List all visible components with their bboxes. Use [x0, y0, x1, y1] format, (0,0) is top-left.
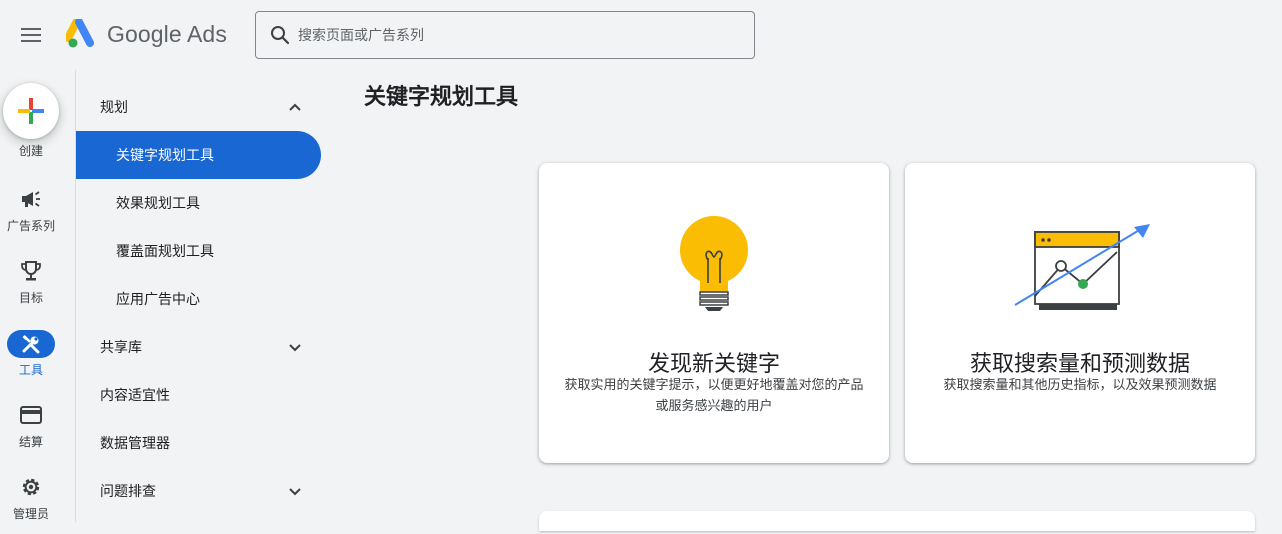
create-label: 创建 — [18, 144, 43, 158]
google-ads-logo[interactable]: Google Ads — [66, 19, 227, 49]
search-input[interactable] — [298, 27, 738, 43]
rail-label-tools: 工具 — [18, 363, 43, 377]
trophy-icon — [18, 258, 44, 284]
chevron-down-icon — [289, 344, 301, 352]
google-ads-logo-icon — [66, 19, 94, 48]
card-description: 获取搜索量和其他历史指标，以及效果预测数据 — [943, 377, 1217, 392]
tools-icon — [7, 330, 55, 358]
page-title: 关键字规划工具 — [364, 84, 519, 109]
nav-section-planning[interactable]: 规划 — [76, 83, 321, 131]
nav-section-content-suitability[interactable]: 内容适宜性 — [76, 371, 321, 419]
chevron-down-icon — [289, 488, 301, 496]
nav-section-shared-library[interactable]: 共享库 — [76, 323, 321, 371]
rail-item-goals[interactable]: 目标 — [0, 258, 62, 318]
rail-item-billing[interactable]: 结算 — [0, 402, 62, 462]
nav-item-performance-planner[interactable]: 效果规划工具 — [76, 179, 321, 227]
plus-icon — [18, 98, 44, 124]
rail-item-admin[interactable]: 管理员 — [0, 474, 62, 534]
nav-section-label: 问题排查 — [100, 483, 156, 499]
megaphone-icon — [18, 186, 44, 212]
rail-label-billing: 结算 — [18, 435, 43, 449]
top-bar: Google Ads — [0, 0, 1282, 70]
rail-item-campaigns[interactable]: 广告系列 — [0, 186, 62, 246]
nav-section-label: 共享库 — [100, 339, 142, 355]
menu-icon[interactable] — [14, 18, 48, 52]
rail-label-campaigns: 广告系列 — [6, 219, 55, 233]
search-icon — [269, 24, 291, 46]
nav-item-label: 效果规划工具 — [116, 195, 200, 211]
nav-item-app-ads-hub[interactable]: 应用广告中心 — [76, 275, 321, 323]
create-button[interactable] — [3, 83, 59, 139]
nav-item-keyword-planner[interactable]: 关键字规划工具 — [76, 131, 321, 179]
lightbulb-icon — [680, 216, 748, 311]
nav-item-label: 覆盖面规划工具 — [116, 243, 214, 259]
nav-item-reach-planner[interactable]: 覆盖面规划工具 — [76, 227, 321, 275]
card-description: 获取实用的关键字提示，以便更好地覆盖对您的产品或服务感兴趣的用户 — [564, 377, 864, 413]
search-box[interactable] — [255, 11, 755, 59]
navigation-rail: 创建 广告系列 目标 工具 结算 管理员 — [0, 70, 76, 522]
nav-section-label: 规划 — [100, 99, 128, 115]
chevron-up-icon — [289, 103, 301, 111]
nav-section-troubleshooting[interactable]: 问题排查 — [76, 467, 321, 515]
nav-item-label: 应用广告中心 — [116, 291, 200, 307]
nav-section-label: 内容适宜性 — [100, 387, 170, 403]
discover-keywords-card[interactable]: 发现新关键字 获取实用的关键字提示，以便更好地覆盖对您的产品或服务感兴趣的用户 — [539, 163, 889, 463]
search-volume-forecast-card[interactable]: 获取搜索量和预测数据 获取搜索量和其他历史指标，以及效果预测数据 — [905, 163, 1255, 463]
bottom-content-card — [539, 511, 1255, 531]
credit-card-icon — [18, 402, 44, 428]
trend-chart-icon — [1014, 224, 1150, 310]
rail-label-goals: 目标 — [18, 291, 43, 305]
nav-section-label: 数据管理器 — [100, 435, 170, 451]
logo-text: Google Ads — [107, 20, 227, 47]
tools-side-navigation: 规划 关键字规划工具 效果规划工具 覆盖面规划工具 应用广告中心 共享库 内容适… — [75, 70, 335, 522]
nav-item-label: 关键字规划工具 — [116, 147, 214, 163]
nav-section-data-manager[interactable]: 数据管理器 — [76, 419, 321, 467]
rail-item-tools[interactable]: 工具 — [0, 330, 62, 390]
rail-label-admin: 管理员 — [12, 507, 49, 521]
gear-icon — [18, 474, 44, 500]
